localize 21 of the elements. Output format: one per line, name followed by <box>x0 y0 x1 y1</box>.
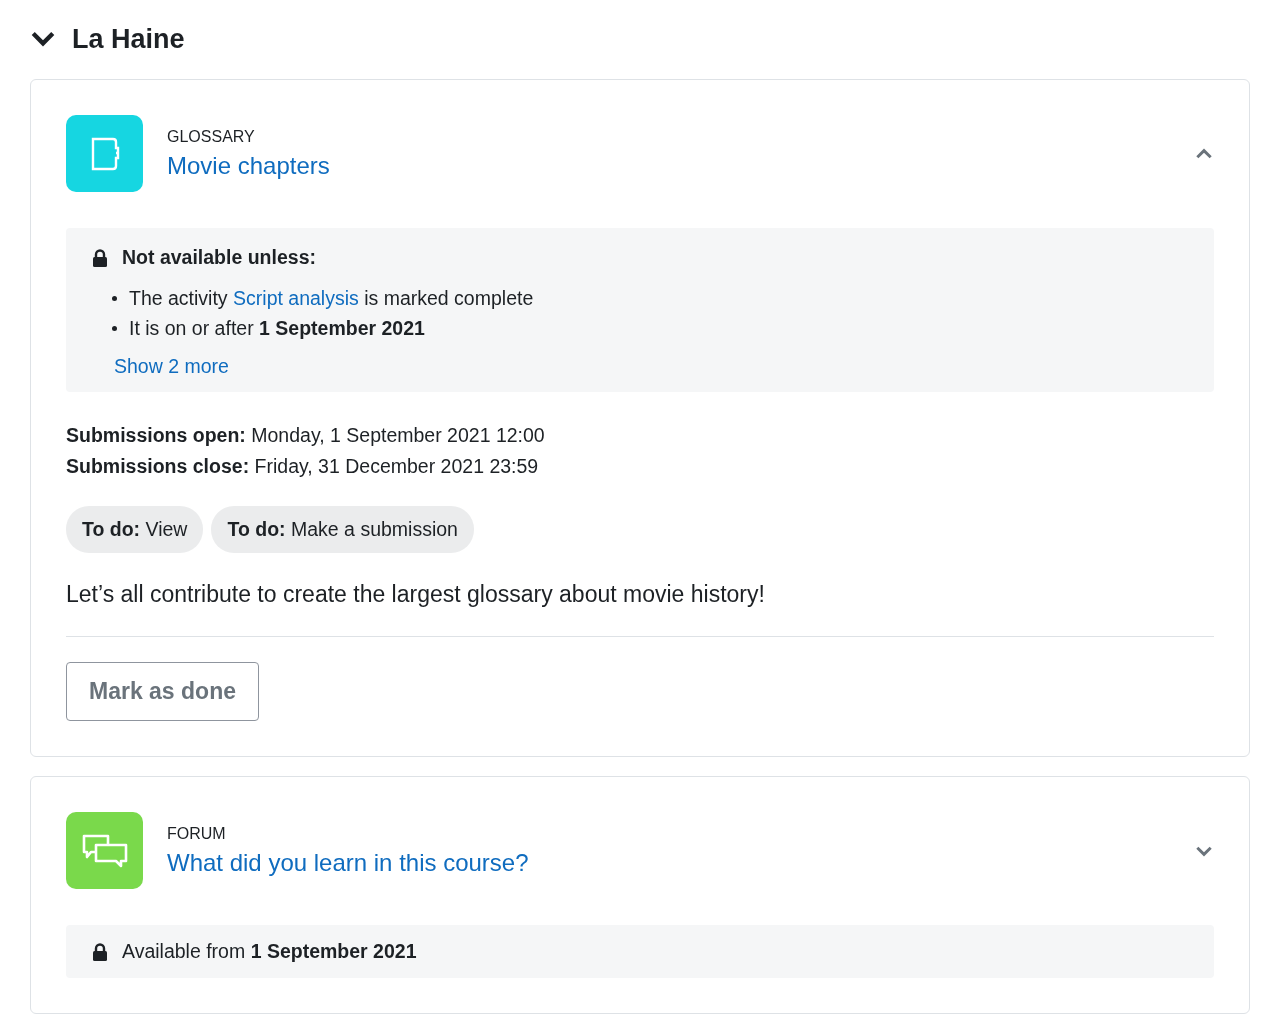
activity-link[interactable]: Movie chapters <box>167 151 1170 180</box>
speech-bubbles-icon <box>66 812 143 889</box>
mark-done-button[interactable]: Mark as done <box>66 662 259 721</box>
activity-type: GLOSSARY <box>167 127 256 146</box>
condition-text: It is on or after 1 September 2021 <box>129 316 425 340</box>
restriction-heading: Not available unless: <box>122 246 316 269</box>
activity-link[interactable]: What did you learn in this course? <box>167 848 1170 877</box>
condition-text: The activity Script analysis is marked complete <box>129 286 534 310</box>
activity-description: Let’s all contribute to create the largest glossary about movie history! <box>66 581 766 608</box>
todo-badge: To do: Make a submission <box>211 506 474 553</box>
todo-badge: To do: View <box>66 506 204 553</box>
lock-icon <box>92 942 108 961</box>
section-title: La Haine <box>72 23 185 55</box>
submission-date: Submissions close: Friday, 31 December 2021 23:59 <box>66 454 540 479</box>
submission-date: Submissions open: Monday, 1 September 2021 12:00 <box>66 423 546 448</box>
availability-text: Available from 1 September 2021 <box>122 940 417 963</box>
activity-type: FORUM <box>167 824 227 843</box>
book-icon <box>66 115 143 192</box>
activity-link[interactable]: Script analysis <box>233 286 359 309</box>
show-more-link[interactable]: Show 2 more <box>114 355 229 378</box>
lock-icon <box>92 248 108 267</box>
